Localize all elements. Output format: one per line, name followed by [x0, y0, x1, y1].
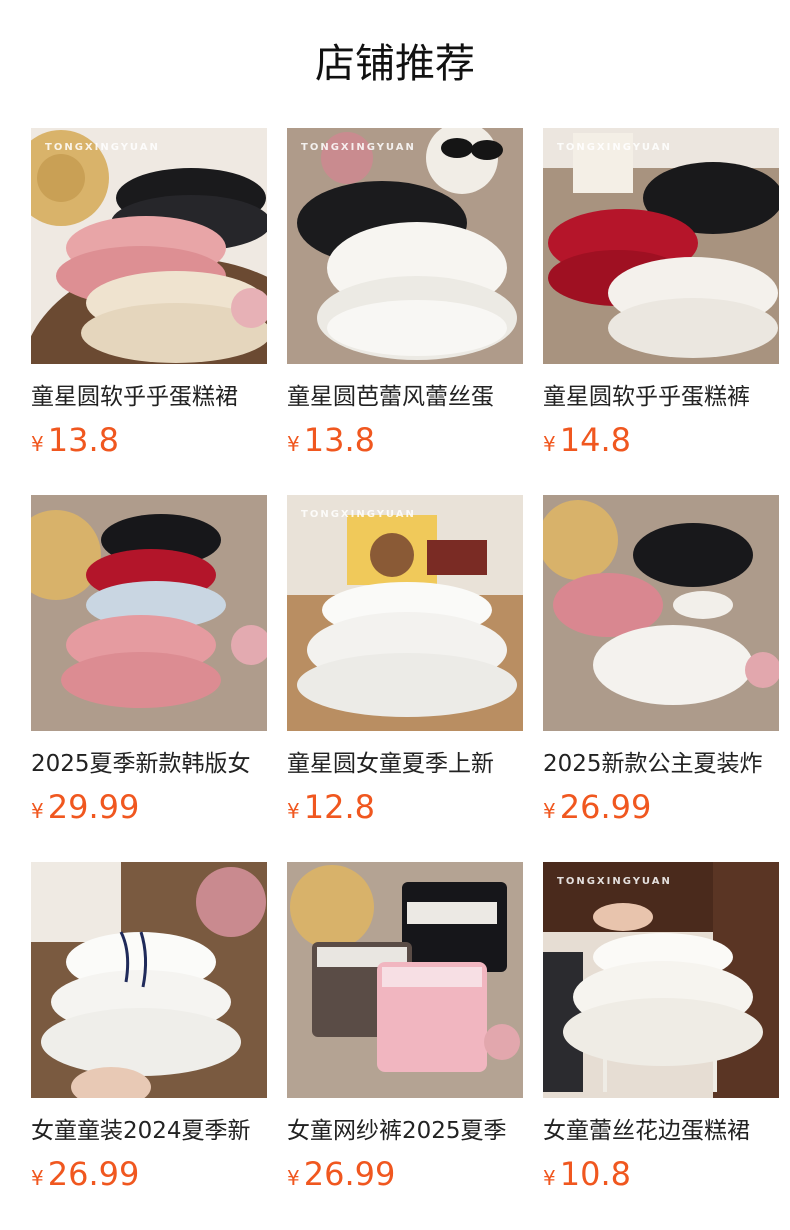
product-card[interactable]: TONGXINGYUAN 童星圆软乎乎蛋糕裤 ¥14.8	[543, 128, 779, 460]
price-value: 14.8	[559, 421, 631, 459]
product-card[interactable]: 2025夏季新款韩版女 ¥29.99	[31, 495, 267, 827]
price-value: 29.99	[47, 788, 140, 826]
product-image[interactable]: TONGXINGYUAN	[543, 862, 779, 1098]
price-value: 26.99	[47, 1155, 140, 1193]
currency-symbol: ¥	[543, 799, 556, 823]
product-image[interactable]	[31, 495, 267, 731]
product-card[interactable]: TONGXINGYUAN 女童蕾丝花边蛋糕裙 ¥10.8	[543, 862, 779, 1194]
product-price: ¥14.8	[543, 420, 779, 460]
product-price: ¥26.99	[543, 787, 779, 827]
product-price: ¥10.8	[543, 1154, 779, 1194]
section-title: 店铺推荐	[315, 41, 475, 87]
currency-symbol: ¥	[287, 432, 300, 456]
price-value: 26.99	[303, 1155, 396, 1193]
product-name[interactable]: 女童网纱裤2025夏季	[287, 1116, 523, 1146]
product-price: ¥26.99	[31, 1154, 267, 1194]
product-price: ¥29.99	[31, 787, 267, 827]
watermark: TONGXINGYUAN	[301, 509, 416, 520]
product-name[interactable]: 女童童装2024夏季新	[31, 1116, 267, 1146]
product-image[interactable]: TONGXINGYUAN	[31, 128, 267, 364]
price-value: 13.8	[303, 421, 375, 459]
product-name[interactable]: 童星圆软乎乎蛋糕裤	[543, 382, 779, 412]
product-card[interactable]: TONGXINGYUAN 童星圆女童夏季上新 ¥12.8	[287, 495, 523, 827]
watermark: TONGXINGYUAN	[557, 142, 672, 153]
price-value: 12.8	[303, 788, 375, 826]
watermark: TONGXINGYUAN	[301, 142, 416, 153]
product-image[interactable]	[31, 862, 267, 1098]
product-name[interactable]: 2025夏季新款韩版女	[31, 749, 267, 779]
product-card[interactable]: TONGXINGYUAN 童星圆芭蕾风蕾丝蛋 ¥13.8	[287, 128, 523, 460]
product-name[interactable]: 童星圆芭蕾风蕾丝蛋	[287, 382, 523, 412]
currency-symbol: ¥	[543, 1166, 556, 1190]
product-name[interactable]: 女童蕾丝花边蛋糕裙	[543, 1116, 779, 1146]
product-card[interactable]: 女童网纱裤2025夏季 ¥26.99	[287, 862, 523, 1194]
product-name[interactable]: 童星圆女童夏季上新	[287, 749, 523, 779]
price-value: 10.8	[559, 1155, 631, 1193]
product-image[interactable]	[543, 495, 779, 731]
currency-symbol: ¥	[287, 1166, 300, 1190]
currency-symbol: ¥	[31, 1166, 44, 1190]
watermark: TONGXINGYUAN	[557, 876, 672, 887]
price-value: 26.99	[559, 788, 652, 826]
price-value: 13.8	[47, 421, 119, 459]
product-price: ¥26.99	[287, 1154, 523, 1194]
product-price: ¥13.8	[31, 420, 267, 460]
product-image[interactable]	[287, 862, 523, 1098]
product-card[interactable]: 女童童装2024夏季新 ¥26.99	[31, 862, 267, 1194]
product-card[interactable]: 2025新款公主夏装炸 ¥26.99	[543, 495, 779, 827]
product-price: ¥12.8	[287, 787, 523, 827]
currency-symbol: ¥	[31, 432, 44, 456]
product-name[interactable]: 童星圆软乎乎蛋糕裙	[31, 382, 267, 412]
product-image[interactable]: TONGXINGYUAN	[287, 128, 523, 364]
product-price: ¥13.8	[287, 420, 523, 460]
product-card[interactable]: TONGXINGYUAN 童星圆软乎乎蛋糕裙 ¥13.8	[31, 128, 267, 460]
product-name[interactable]: 2025新款公主夏装炸	[543, 749, 779, 779]
currency-symbol: ¥	[287, 799, 300, 823]
product-image[interactable]: TONGXINGYUAN	[543, 128, 779, 364]
product-image[interactable]: TONGXINGYUAN	[287, 495, 523, 731]
watermark: TONGXINGYUAN	[45, 142, 160, 153]
currency-symbol: ¥	[543, 432, 556, 456]
currency-symbol: ¥	[31, 799, 44, 823]
